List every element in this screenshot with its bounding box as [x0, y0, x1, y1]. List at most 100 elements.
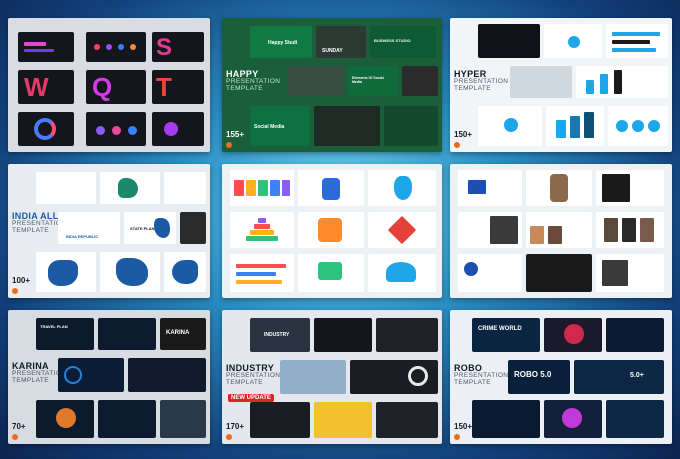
slide-thumb	[606, 24, 668, 58]
template-card-industry[interactable]: INDUSTRY INDUSTRY PRESENTATION TEMPLATE …	[222, 310, 442, 444]
template-card-india[interactable]: INDIA ALL MAP PRESENTATION TEMPLATE INDI…	[8, 164, 210, 298]
slide-thumb	[606, 400, 664, 438]
slide-thumb	[376, 402, 438, 438]
slide-thumb: SUNDAY	[316, 26, 366, 58]
slide-thumb	[100, 252, 160, 292]
slide-thumb	[230, 212, 294, 248]
slide-thumb	[98, 318, 156, 350]
slide-count: 155+	[226, 130, 245, 139]
slide-thumb	[596, 212, 664, 248]
slide-label: KARINA	[166, 330, 190, 336]
slide-thumb	[36, 400, 94, 438]
badge-dot	[454, 142, 460, 148]
slide-thumb: TRAVEL PLAN	[36, 318, 94, 350]
slide-thumb: BUSINESS STUDIO	[370, 26, 436, 58]
slide-thumb	[230, 170, 294, 206]
slide-thumb	[544, 24, 602, 58]
slide-thumb	[18, 32, 74, 62]
slide-thumb	[100, 172, 160, 204]
badge-dot	[226, 142, 232, 148]
template-card-hyper[interactable]: HYPER PRESENTATION TEMPLATE 150+	[450, 18, 672, 152]
slide-thumb	[86, 32, 146, 62]
slide-thumb: S	[152, 32, 204, 62]
slide-label: ROBO 5.0	[514, 370, 552, 379]
slide-thumb	[128, 358, 206, 392]
slide-thumb	[576, 66, 668, 98]
slide-thumb	[478, 24, 540, 58]
badge-dot	[454, 434, 460, 440]
slide-thumb: 5.0+	[574, 360, 664, 394]
slide-thumb	[98, 400, 156, 438]
slide-count: 70+	[12, 422, 26, 431]
slide-thumb	[298, 170, 364, 206]
slide-label: INDIA REPUBLIC	[66, 234, 99, 239]
template-title: ROBO PRESENTATION TEMPLATE	[454, 363, 509, 386]
slide-thumb	[608, 106, 668, 146]
slide-thumb	[368, 212, 436, 248]
template-card-5[interactable]	[222, 164, 442, 298]
new-update-badge: NEW UPDATE	[228, 394, 274, 402]
slide-thumb: INDUSTRY	[250, 318, 310, 352]
slide-label: SUNDAY	[322, 48, 343, 54]
slide-thumb	[510, 66, 572, 98]
slide-thumb	[58, 358, 124, 392]
slide-thumb	[164, 172, 206, 204]
slide-label: CRIME WORLD	[478, 326, 522, 332]
slide-thumb	[164, 252, 206, 292]
slide-label: Elements Of Social Media	[352, 76, 384, 84]
template-title: HAPPY PRESENTATION TEMPLATE	[226, 69, 281, 92]
slide-thumb	[478, 106, 542, 146]
template-card-6[interactable]	[450, 164, 672, 298]
slide-thumb	[458, 170, 522, 206]
slide-thumb	[152, 112, 204, 146]
slide-thumb	[86, 112, 146, 146]
slide-thumb	[544, 318, 602, 352]
slide-label: Happy Studi	[268, 40, 298, 46]
slide-thumb	[368, 254, 436, 292]
slide-thumb: STATE PLAN	[124, 212, 176, 244]
slide-thumb	[160, 400, 206, 438]
slide-thumb	[472, 400, 540, 438]
slide-thumb	[526, 212, 592, 248]
slide-thumb	[526, 170, 592, 206]
slide-thumb	[36, 252, 96, 292]
slide-thumb	[596, 170, 664, 206]
slide-thumb: Q	[86, 70, 146, 104]
slide-thumb	[606, 318, 664, 352]
slide-thumb	[250, 402, 310, 438]
template-card-1[interactable]: S W Q T	[8, 18, 210, 152]
template-gallery: S W Q T Happy Studi SUNDAY BUSINESS STUD…	[0, 0, 680, 459]
slide-label: TRAVEL PLAN	[40, 324, 68, 329]
slide-label: BUSINESS STUDIO	[374, 38, 411, 43]
slide-thumb	[298, 254, 364, 292]
slide-thumb	[298, 212, 364, 248]
slide-label: INDUSTRY	[264, 332, 290, 338]
slide-thumb	[402, 66, 438, 96]
slide-thumb: Social Media	[250, 106, 310, 146]
slide-thumb	[18, 112, 74, 146]
slide-thumb: ROBO 5.0	[508, 360, 570, 394]
template-card-happy[interactable]: Happy Studi SUNDAY BUSINESS STUDIO HAPPY…	[222, 18, 442, 152]
slide-thumb	[350, 360, 438, 394]
slide-thumb	[180, 212, 206, 244]
slide-thumb	[314, 402, 372, 438]
slide-count: 150+	[454, 130, 473, 139]
slide-thumb	[314, 106, 380, 146]
slide-thumb: INDIA REPUBLIC	[58, 212, 120, 244]
slide-thumb	[376, 318, 438, 352]
template-card-karina[interactable]: TRAVEL PLAN KARINA KARINA PRESENTATION T…	[8, 310, 210, 444]
template-title: HYPER PRESENTATION TEMPLATE	[454, 69, 509, 92]
template-card-robo[interactable]: CRIME WORLD ROBO PRESENTATION TEMPLATE R…	[450, 310, 672, 444]
slide-thumb	[384, 106, 438, 146]
slide-label: 5.0+	[630, 372, 644, 379]
slide-label: STATE PLAN	[130, 226, 155, 231]
slide-count: 170+	[226, 422, 245, 431]
slide-thumb: T	[152, 70, 204, 104]
slide-thumb: KARINA	[160, 318, 206, 350]
slide-thumb	[36, 172, 96, 204]
slide-thumb	[596, 254, 664, 292]
slide-thumb	[458, 254, 522, 292]
slide-thumb	[314, 318, 372, 352]
slide-thumb	[288, 66, 344, 96]
slide-thumb: CRIME WORLD	[472, 318, 540, 352]
